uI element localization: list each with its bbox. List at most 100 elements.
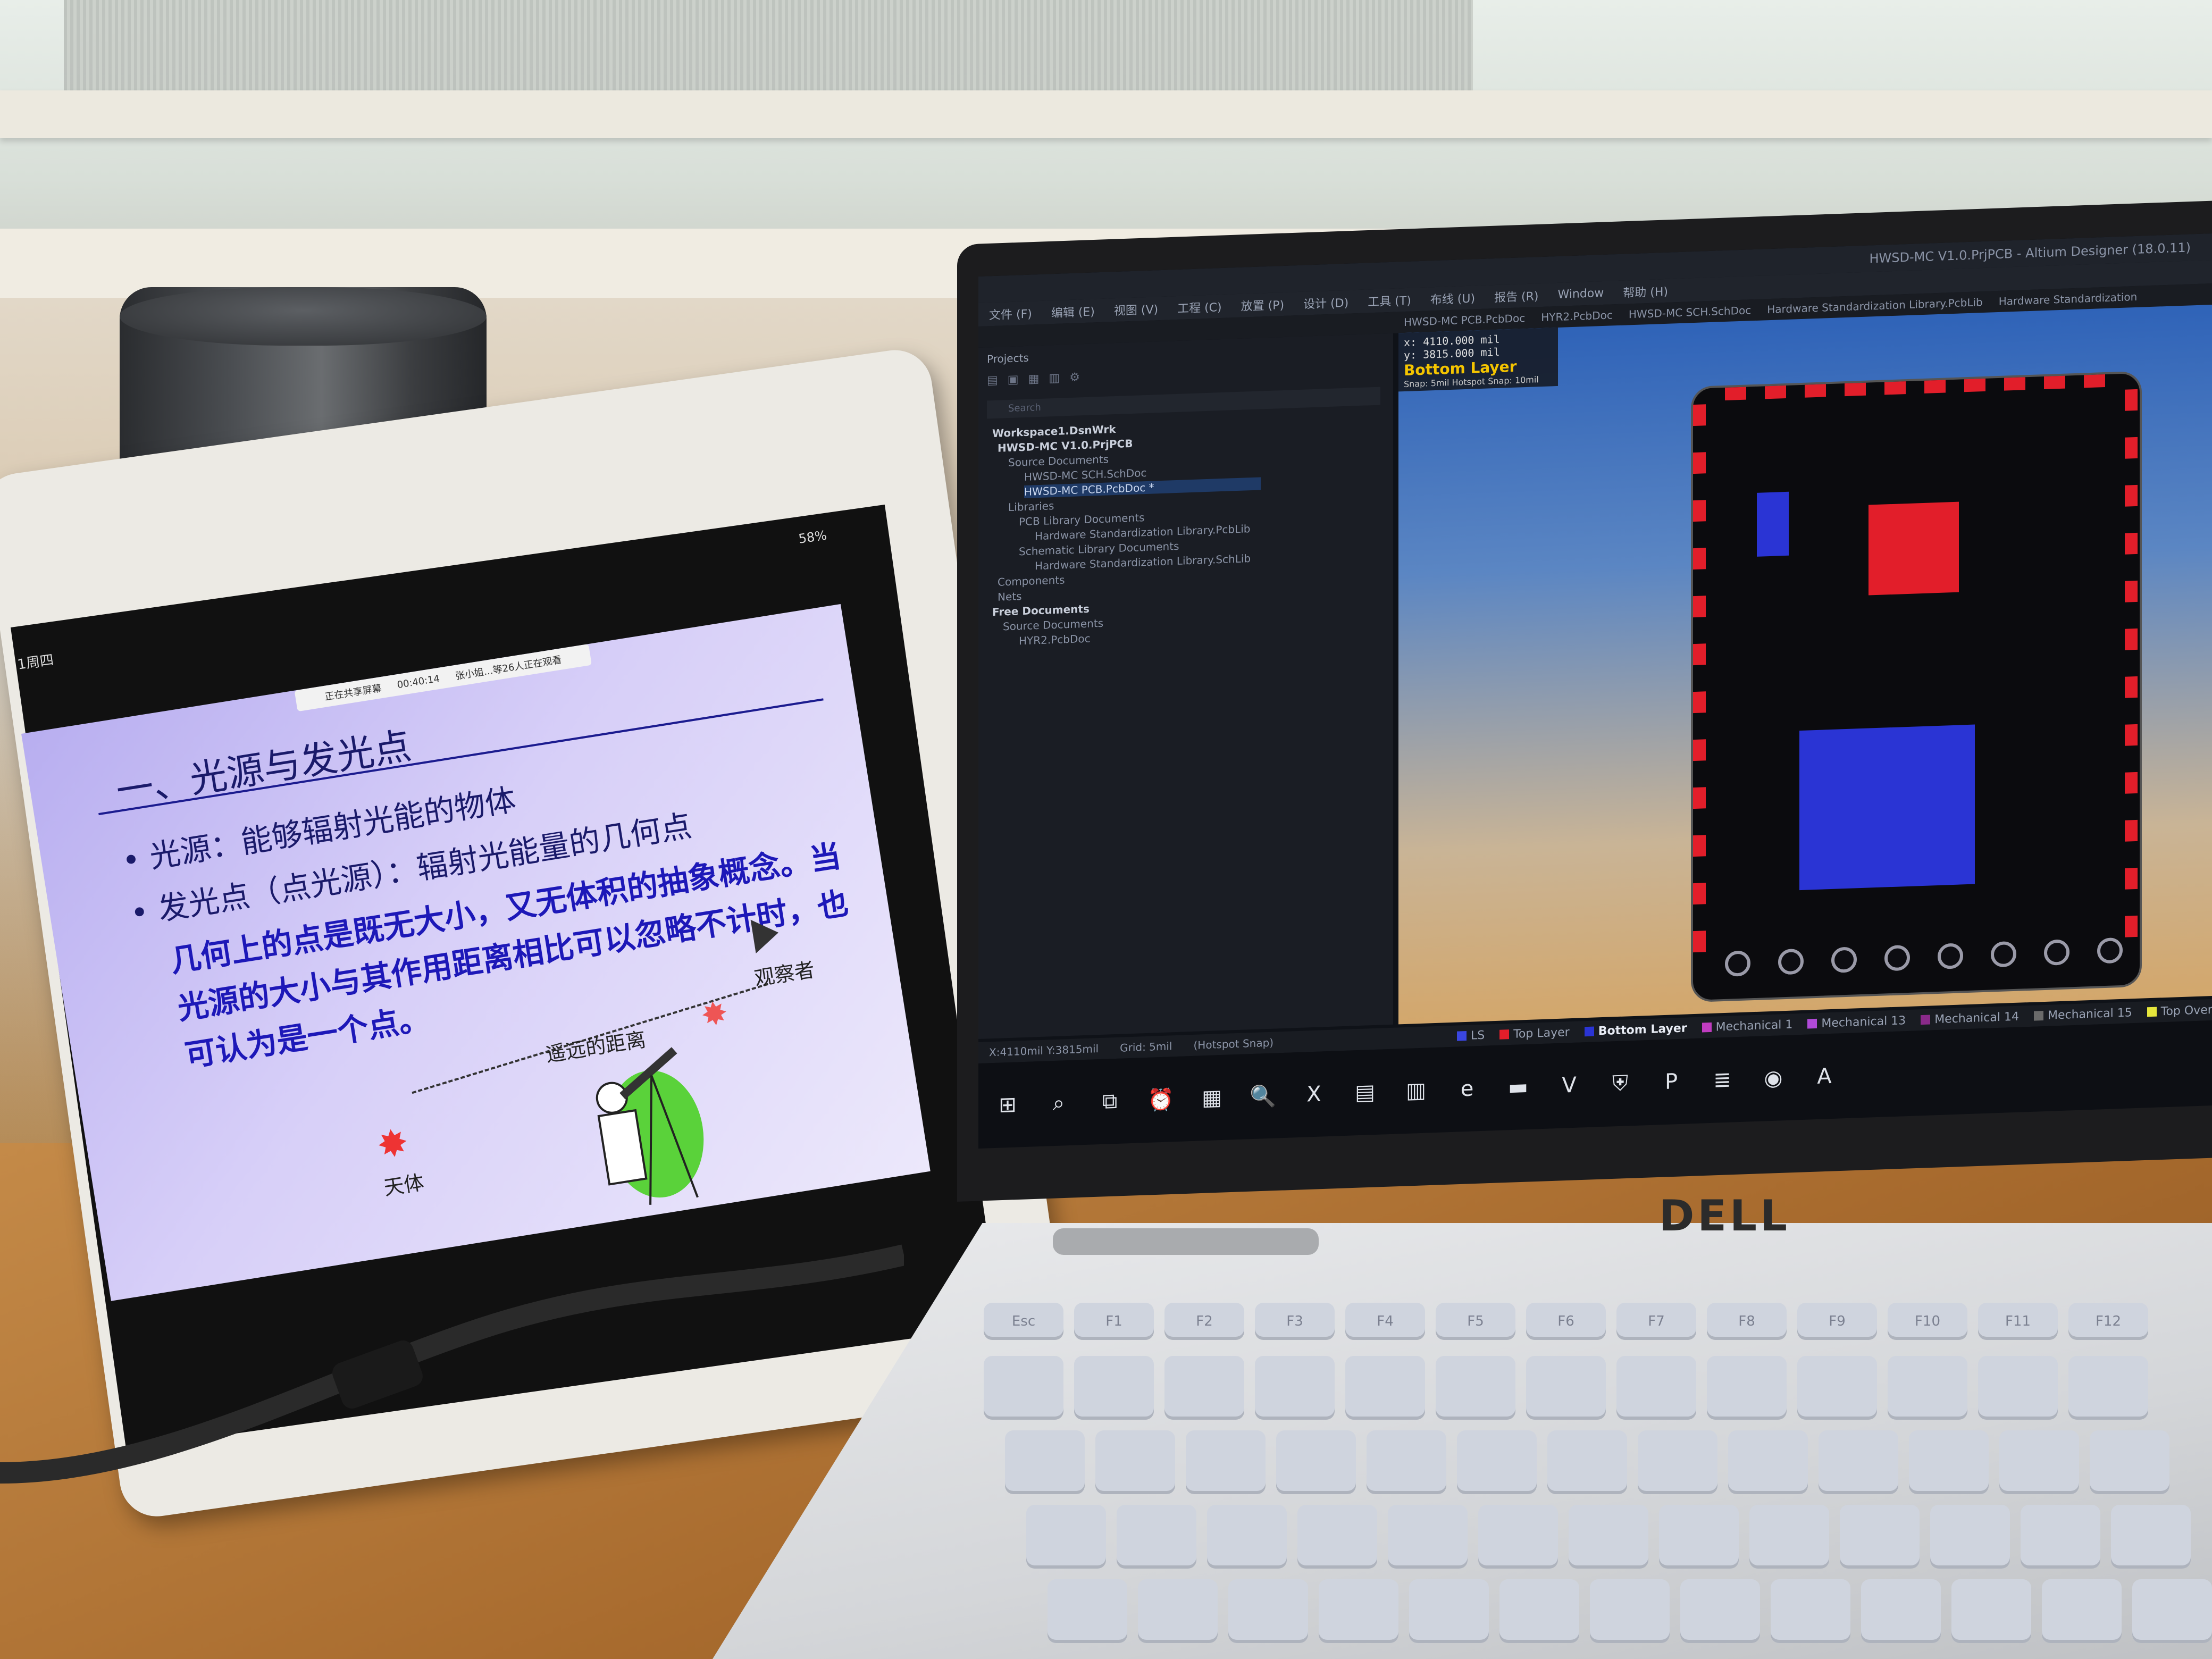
keyboard-key[interactable]: F3 xyxy=(1255,1303,1335,1340)
layer-tab[interactable]: LS xyxy=(1457,1028,1485,1043)
projects-search-input[interactable]: Search xyxy=(987,387,1380,419)
project-tree-item[interactable]: Source Documents xyxy=(1003,617,1103,633)
menu-item[interactable]: 文件 (F) xyxy=(989,304,1032,323)
keyboard-key[interactable] xyxy=(1048,1579,1127,1643)
project-tree-item[interactable]: HYR2.PcbDoc xyxy=(1019,632,1091,648)
menu-item[interactable]: 报告 (R) xyxy=(1494,287,1538,305)
keyboard-key[interactable] xyxy=(1999,1430,2079,1494)
save-icon[interactable]: ▦ xyxy=(1028,372,1040,386)
keyboard-key[interactable] xyxy=(1749,1505,1829,1569)
keyboard-key[interactable] xyxy=(2068,1356,2148,1420)
project-tree-item[interactable]: Source Documents xyxy=(1008,453,1109,469)
project-tree-item[interactable]: HWSD-MC V1.0.PrjPCB xyxy=(998,437,1133,455)
document-tab[interactable]: HWSD-MC SCH.SchDoc xyxy=(1629,304,1751,321)
keyboard-key[interactable] xyxy=(1797,1356,1877,1420)
keyboard-key[interactable] xyxy=(1547,1430,1627,1494)
keyboard-key[interactable]: F7 xyxy=(1616,1303,1696,1340)
layer-tab[interactable]: Top Overlay xyxy=(2147,1002,2212,1018)
keyboard-key[interactable]: F8 xyxy=(1707,1303,1787,1340)
keyboard-key[interactable] xyxy=(1117,1505,1196,1569)
keyboard-key[interactable] xyxy=(1888,1356,1967,1420)
clock-icon[interactable]: ⏰ xyxy=(1147,1086,1174,1113)
pcb-board[interactable] xyxy=(1691,371,2142,1003)
calculator-icon[interactable]: ▦ xyxy=(1199,1084,1225,1112)
keyboard-key[interactable] xyxy=(1207,1505,1287,1569)
layer-tab[interactable]: Top Layer xyxy=(1499,1026,1570,1042)
keyboard-key[interactable]: F9 xyxy=(1797,1303,1877,1340)
share-status-label[interactable]: 正在共享屏幕 xyxy=(324,681,383,703)
keyboard-key[interactable]: Esc xyxy=(984,1303,1063,1340)
keyboard-key[interactable] xyxy=(1771,1579,1850,1643)
keyboard-key[interactable]: F12 xyxy=(2068,1303,2148,1340)
workspace-icon[interactable]: ▤ xyxy=(987,374,998,388)
keyboard-key[interactable] xyxy=(1388,1505,1468,1569)
keyboard-key[interactable] xyxy=(1590,1579,1670,1643)
folder-icon[interactable]: ▬ xyxy=(1505,1074,1531,1101)
keyboard-key[interactable] xyxy=(1728,1430,1808,1494)
project-tree-item[interactable]: Workspace1.DsnWrk xyxy=(992,423,1116,440)
layer-tab[interactable]: Mechanical 1 xyxy=(1702,1018,1792,1034)
keyboard-key[interactable] xyxy=(1680,1579,1760,1643)
keyboard-key[interactable] xyxy=(1297,1505,1377,1569)
document-tab[interactable]: HWSD-MC PCB.PcbDoc xyxy=(1404,312,1525,329)
keyboard-key[interactable]: F6 xyxy=(1526,1303,1606,1340)
keyboard-key[interactable] xyxy=(1526,1356,1606,1420)
keyboard-key[interactable]: F5 xyxy=(1436,1303,1515,1340)
keyboard-key[interactable]: F4 xyxy=(1345,1303,1425,1340)
keyboard-key[interactable]: F10 xyxy=(1888,1303,1967,1340)
keyboard-key[interactable] xyxy=(1095,1430,1175,1494)
settings-icon[interactable]: ⚙ xyxy=(1069,371,1080,384)
altium-icon[interactable]: A xyxy=(1811,1063,1838,1091)
keyboard-key[interactable] xyxy=(1840,1505,1920,1569)
pdf-icon[interactable]: P xyxy=(1658,1068,1685,1096)
shield-icon[interactable]: ⛨ xyxy=(1607,1070,1633,1097)
menu-item[interactable]: 工具 (T) xyxy=(1368,291,1411,310)
menu-item[interactable]: Window xyxy=(1558,286,1604,301)
menu-item[interactable]: 布线 (U) xyxy=(1430,289,1475,307)
keyboard-key[interactable] xyxy=(2042,1579,2122,1643)
menu-item[interactable]: 视图 (V) xyxy=(1114,300,1158,319)
file-icon[interactable]: ▥ xyxy=(1403,1077,1429,1104)
keyboard-key[interactable] xyxy=(1616,1356,1696,1420)
keyboard-key[interactable] xyxy=(1707,1356,1787,1420)
pcb-editor-canvas[interactable]: x: 4110.000 mil y: 3815.000 mil Bottom L… xyxy=(1398,304,2212,1025)
server-icon[interactable]: ≣ xyxy=(1709,1066,1736,1094)
keyboard-key[interactable] xyxy=(1367,1430,1446,1494)
project-tree-item[interactable]: PCB Library Documents xyxy=(1019,511,1144,528)
task-view-icon[interactable]: ⧉ xyxy=(1096,1088,1123,1116)
keyboard-key[interactable] xyxy=(1659,1505,1739,1569)
project-icon[interactable]: ▣ xyxy=(1008,373,1019,387)
search-icon[interactable]: ⌕ xyxy=(1045,1090,1072,1117)
edge-icon[interactable]: e xyxy=(1454,1075,1480,1103)
keyboard-key[interactable] xyxy=(1255,1356,1335,1420)
keyboard-key[interactable] xyxy=(1499,1579,1579,1643)
document-tab[interactable]: Hardware Standardization Library.PcbLib xyxy=(1767,296,1982,316)
keyboard-key[interactable] xyxy=(1930,1505,2010,1569)
keyboard-key[interactable] xyxy=(1861,1579,1941,1643)
layer-tab[interactable]: Mechanical 15 xyxy=(2033,1006,2132,1023)
keyboard-key[interactable]: F2 xyxy=(1164,1303,1244,1340)
keyboard-key[interactable] xyxy=(1978,1356,2058,1420)
keyboard-key[interactable] xyxy=(1478,1505,1558,1569)
keyboard-key[interactable] xyxy=(1909,1430,1989,1494)
keyboard-key[interactable] xyxy=(2111,1505,2191,1569)
project-tree-item[interactable]: HWSD-MC SCH.SchDoc xyxy=(1024,466,1146,483)
keyboard-key[interactable] xyxy=(1319,1579,1398,1643)
keyboard-key[interactable] xyxy=(1951,1579,2031,1643)
keyboard-key[interactable]: F11 xyxy=(1978,1303,2058,1340)
menu-item[interactable]: 工程 (C) xyxy=(1177,298,1222,316)
keyboard-key[interactable] xyxy=(1074,1356,1154,1420)
menu-item[interactable]: 帮助 (H) xyxy=(1623,282,1668,301)
keyboard-key[interactable] xyxy=(1005,1430,1085,1494)
layer-tab[interactable]: Mechanical 13 xyxy=(1807,1014,1906,1030)
menu-item[interactable]: 放置 (P) xyxy=(1241,296,1284,314)
menu-item[interactable]: 设计 (D) xyxy=(1303,294,1348,312)
keyboard-key[interactable] xyxy=(1457,1430,1537,1494)
keyboard-key[interactable] xyxy=(1276,1430,1356,1494)
keyboard-key[interactable]: F1 xyxy=(1074,1303,1154,1340)
project-tree-item[interactable]: Libraries xyxy=(1008,499,1054,514)
keyboard-key[interactable] xyxy=(1409,1579,1489,1643)
keyboard-key[interactable] xyxy=(1228,1579,1308,1643)
keyboard-key[interactable] xyxy=(1569,1505,1648,1569)
folder-icon[interactable]: ▥ xyxy=(1049,372,1060,386)
